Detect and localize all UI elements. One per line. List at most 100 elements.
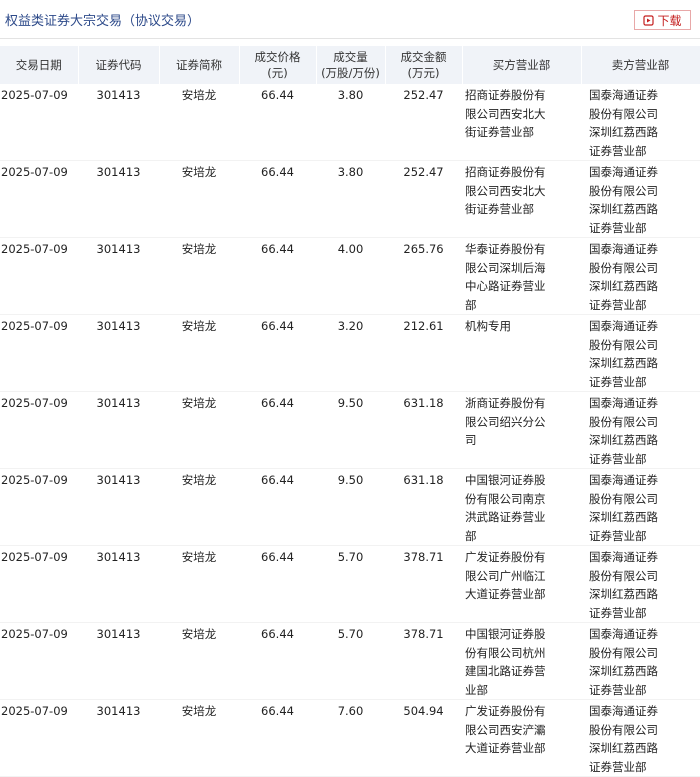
table-row: 2025-07-09 301413 安培龙 66.44 3.20 212.61 机构专用 国泰… xyxy=(0,314,700,392)
cell-price: 66.44 xyxy=(239,160,316,238)
cell-seller-text: 国泰海通证券股份有限公司深圳红荔西路证券营业部 xyxy=(589,627,658,697)
cell-volume-text: 5.70 xyxy=(337,550,364,564)
cell-buyer-text: 招商证券股份有限公司西安北大街证券营业部 xyxy=(465,165,546,216)
column-header-unit: (万股/万份) xyxy=(321,66,380,80)
cell-volume: 9.50 xyxy=(316,468,385,546)
cell-buyer-text: 广发证券股份有限公司广州临江大道证券营业部 xyxy=(465,550,546,601)
cell-buyer: 华泰证券股份有限公司深圳后海中心路证券营业部 xyxy=(462,237,581,315)
cell-buyer-text: 招商证券股份有限公司西安北大街证券营业部 xyxy=(465,88,546,139)
column-header-label: 卖方营业部 xyxy=(611,58,670,72)
cell-code-text: 301413 xyxy=(96,396,141,410)
cell-volume-text: 3.80 xyxy=(337,165,364,179)
cell-volume: 4.00 xyxy=(316,237,385,315)
cell-buyer-text: 中国银河证券股份有限公司杭州建国北路证券营业部 xyxy=(465,627,546,697)
cell-price: 66.44 xyxy=(239,468,316,546)
cell-volume-text: 4.00 xyxy=(337,242,364,256)
cell-volume: 7.60 xyxy=(316,699,385,777)
cell-seller: 国泰海通证券股份有限公司深圳红荔西路证券营业部 xyxy=(581,391,700,469)
cell-buyer: 广发证券股份有限公司西安浐灞大道证券营业部 xyxy=(462,699,581,777)
cell-buyer-text: 华泰证券股份有限公司深圳后海中心路证券营业部 xyxy=(465,242,546,312)
cell-seller: 国泰海通证券股份有限公司深圳红荔西路证券营业部 xyxy=(581,314,700,392)
cell-date-text: 2025-07-09 xyxy=(1,319,68,333)
column-header-amount: 成交金额 (万元) xyxy=(385,46,463,84)
table-row: 2025-07-09 301413 安培龙 66.44 3.80 252.47 招商证券股份… xyxy=(0,160,700,238)
cell-name-text: 安培龙 xyxy=(181,396,217,410)
cell-amount-text: 212.61 xyxy=(403,319,444,333)
cell-name: 安培龙 xyxy=(159,545,239,623)
cell-amount-text: 265.76 xyxy=(403,242,444,256)
cell-volume: 3.80 xyxy=(316,84,385,161)
cell-seller: 国泰海通证券股份有限公司深圳红荔西路证券营业部 xyxy=(581,545,700,623)
cell-buyer-text: 机构专用 xyxy=(465,319,511,333)
column-header-price: 成交价格 (元) xyxy=(239,46,317,84)
cell-name-text: 安培龙 xyxy=(181,473,217,487)
cell-buyer-text: 浙商证券股份有限公司绍兴分公司 xyxy=(465,396,546,447)
cell-name-text: 安培龙 xyxy=(181,704,217,718)
cell-code: 301413 xyxy=(78,545,159,623)
cell-date: 2025-07-09 xyxy=(0,237,78,315)
table-row: 2025-07-09 301413 安培龙 66.44 5.70 378.71 广发证券股份… xyxy=(0,545,700,623)
column-header-seller: 卖方营业部 xyxy=(581,46,700,84)
table-header-row: 交易日期 证券代码 证券简称 成交价格 (元) 成交量 (万股/万份) 成交金额 (万元) 买方营… xyxy=(0,46,700,84)
cell-amount: 252.47 xyxy=(385,84,462,161)
cell-buyer-text: 中国银河证券股份有限公司南京洪武路证券营业部 xyxy=(465,473,546,543)
table-row: 2025-07-09 301413 安培龙 66.44 4.00 265.76 华泰证券股份… xyxy=(0,237,700,315)
column-header-label: 成交价格 xyxy=(254,50,301,64)
cell-code: 301413 xyxy=(78,391,159,469)
cell-volume-text: 3.80 xyxy=(337,88,364,102)
download-button[interactable]: 下载 xyxy=(634,10,691,30)
column-header-name: 证券简称 xyxy=(159,46,240,84)
cell-price: 66.44 xyxy=(239,84,316,161)
cell-date-text: 2025-07-09 xyxy=(1,627,68,641)
cell-price-text: 66.44 xyxy=(261,550,294,564)
cell-volume-text: 9.50 xyxy=(337,473,364,487)
column-header-unit: (元) xyxy=(267,66,288,80)
cell-code-text: 301413 xyxy=(96,88,141,102)
cell-amount: 252.47 xyxy=(385,160,462,238)
cell-seller: 国泰海通证券股份有限公司深圳红荔西路证券营业部 xyxy=(581,468,700,546)
cell-name-text: 安培龙 xyxy=(181,550,217,564)
cell-code: 301413 xyxy=(78,622,159,700)
cell-buyer: 浙商证券股份有限公司绍兴分公司 xyxy=(462,391,581,469)
block-trade-table: 交易日期 证券代码 证券简称 成交价格 (元) 成交量 (万股/万份) 成交金额 (万元) 买方营… xyxy=(0,46,700,777)
cell-code: 301413 xyxy=(78,160,159,238)
cell-code-text: 301413 xyxy=(96,473,141,487)
cell-price-text: 66.44 xyxy=(261,319,294,333)
cell-code: 301413 xyxy=(78,237,159,315)
cell-price: 66.44 xyxy=(239,391,316,469)
cell-date: 2025-07-09 xyxy=(0,160,78,238)
cell-date: 2025-07-09 xyxy=(0,314,78,392)
cell-date: 2025-07-09 xyxy=(0,622,78,700)
cell-price: 66.44 xyxy=(239,237,316,315)
cell-date-text: 2025-07-09 xyxy=(1,473,68,487)
cell-date-text: 2025-07-09 xyxy=(1,88,68,102)
column-header-label: 交易日期 xyxy=(15,58,62,72)
cell-volume-text: 7.60 xyxy=(337,704,364,718)
cell-name: 安培龙 xyxy=(159,622,239,700)
table-row: 2025-07-09 301413 安培龙 66.44 7.60 504.94 广发证券股份… xyxy=(0,699,700,777)
cell-amount-text: 504.94 xyxy=(403,704,444,718)
cell-buyer-text: 广发证券股份有限公司西安浐灞大道证券营业部 xyxy=(465,704,546,755)
cell-price: 66.44 xyxy=(239,314,316,392)
column-header-label: 证券代码 xyxy=(95,58,142,72)
download-file-icon xyxy=(643,14,655,26)
column-header-code: 证券代码 xyxy=(78,46,160,84)
cell-seller: 国泰海通证券股份有限公司深圳红荔西路证券营业部 xyxy=(581,160,700,238)
cell-price-text: 66.44 xyxy=(261,704,294,718)
cell-seller: 国泰海通证券股份有限公司深圳红荔西路证券营业部 xyxy=(581,84,700,161)
cell-name: 安培龙 xyxy=(159,699,239,777)
cell-date: 2025-07-09 xyxy=(0,545,78,623)
cell-date-text: 2025-07-09 xyxy=(1,165,68,179)
table-row: 2025-07-09 301413 安培龙 66.44 3.80 252.47 招商证券股份… xyxy=(0,84,700,161)
cell-seller-text: 国泰海通证券股份有限公司深圳红荔西路证券营业部 xyxy=(589,242,658,312)
cell-date: 2025-07-09 xyxy=(0,468,78,546)
cell-amount-text: 378.71 xyxy=(403,550,444,564)
cell-name-text: 安培龙 xyxy=(181,319,217,333)
cell-seller-text: 国泰海通证券股份有限公司深圳红荔西路证券营业部 xyxy=(589,88,658,158)
table-row: 2025-07-09 301413 安培龙 66.44 5.70 378.71 中国银河证券… xyxy=(0,622,700,700)
cell-name-text: 安培龙 xyxy=(181,242,217,256)
cell-volume-text: 5.70 xyxy=(337,627,364,641)
cell-seller-text: 国泰海通证券股份有限公司深圳红荔西路证券营业部 xyxy=(589,550,658,620)
cell-amount: 378.71 xyxy=(385,545,462,623)
cell-buyer: 招商证券股份有限公司西安北大街证券营业部 xyxy=(462,160,581,238)
